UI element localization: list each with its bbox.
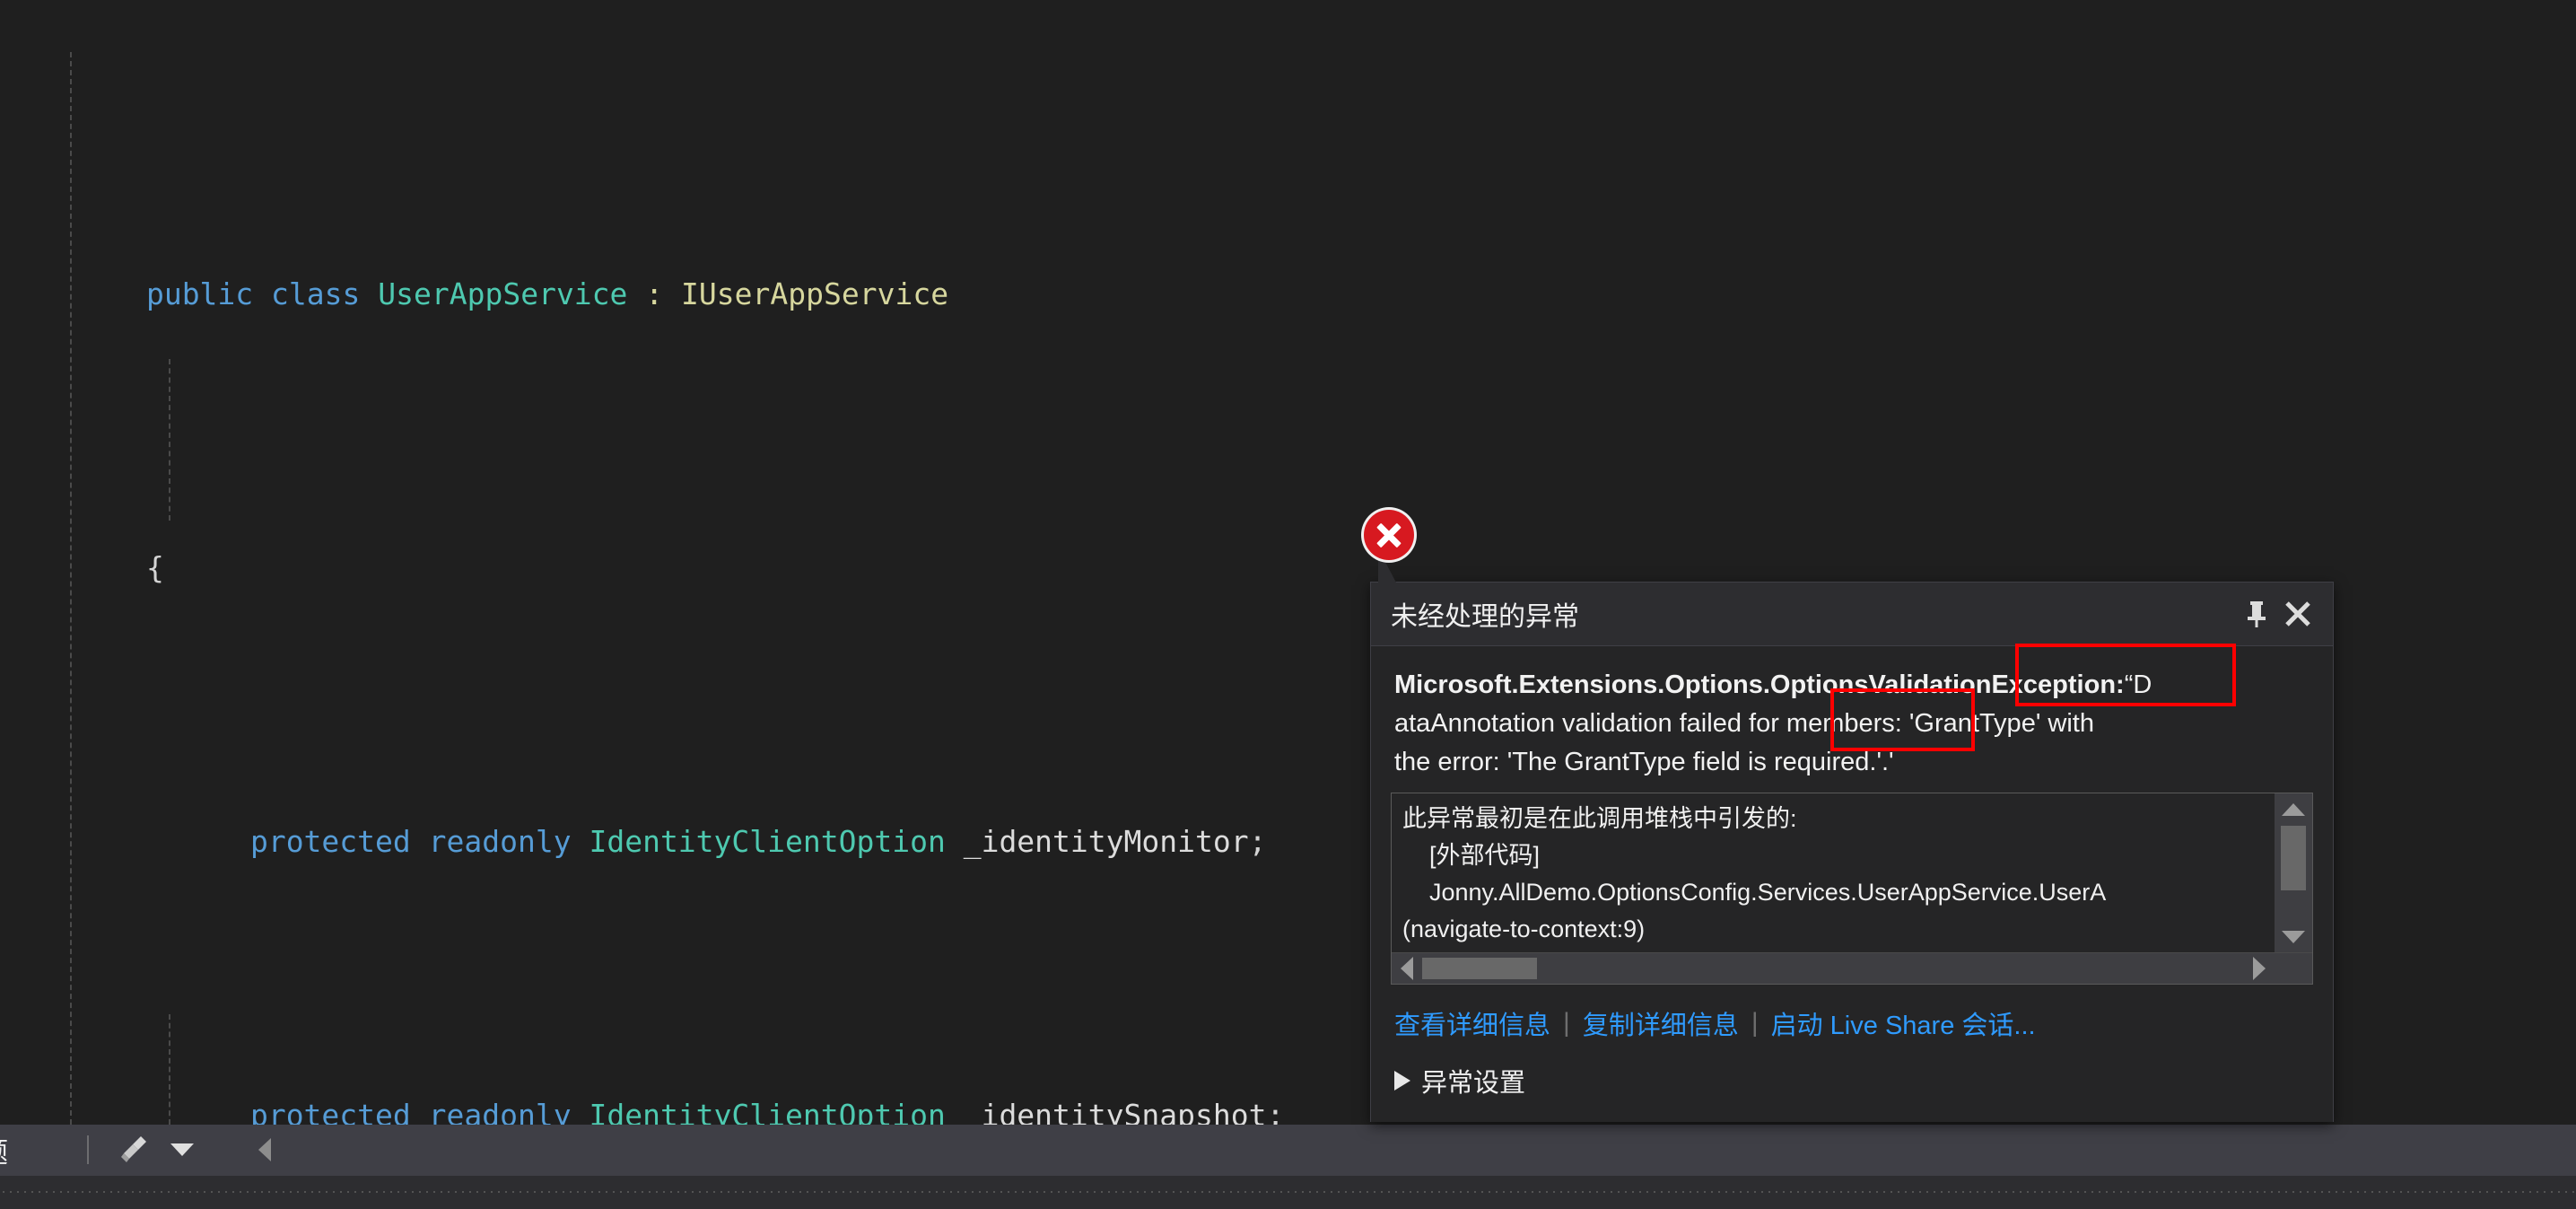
chevron-left-icon[interactable] (241, 1130, 288, 1170)
link-separator: | (1563, 1008, 1570, 1038)
visual-studio-window: public class UserAppService : IUserAppSe… (0, 0, 2576, 1209)
status-bar (0, 1175, 2576, 1209)
popup-title: 未经处理的异常 (1391, 602, 1579, 632)
error-exclamation-icon[interactable] (1364, 510, 1414, 560)
close-icon[interactable] (2277, 593, 2318, 635)
panel-tab-label[interactable]: 题 (0, 1130, 8, 1170)
code-line[interactable]: public class UserAppService : IUserAppSe… (0, 212, 2576, 311)
popup-body: Microsoft.Extensions.Options.OptionsVali… (1371, 646, 2333, 1122)
resize-grip-dots (0, 1188, 2576, 1197)
stack-trace-panel[interactable]: 此异常最初是在此调用堆栈中引发的: [外部代码] Jonny.AllDemo.O… (1391, 793, 2313, 985)
copy-details-link[interactable]: 复制详细信息 (1583, 1004, 1739, 1042)
exception-message-start: “D (2124, 670, 2152, 699)
exception-settings-row[interactable]: 异常设置 (1371, 1042, 2333, 1099)
horizontal-scroll-thumb[interactable] (1422, 958, 1537, 979)
chevron-right-icon[interactable] (1394, 1071, 1410, 1091)
chevron-down-icon[interactable] (159, 1130, 205, 1170)
popup-title-bar: 未经处理的异常 (1371, 583, 2333, 646)
pin-icon[interactable] (2236, 593, 2277, 635)
code-line[interactable]: { (0, 486, 2576, 585)
popup-action-links: 查看详细信息 | 复制详细信息 | 启动 Live Share 会话... (1371, 985, 2333, 1042)
exception-helper-popup[interactable]: 未经处理的异常 Microsoft.Extensions.Options.Opt… (1370, 548, 2334, 1122)
broom-icon[interactable] (112, 1130, 159, 1170)
stack-trace-text: 此异常最初是在此调用堆栈中引发的: [外部代码] Jonny.AllDemo.O… (1402, 805, 2107, 960)
view-details-link[interactable]: 查看详细信息 (1394, 1004, 1550, 1042)
toolbar-divider (87, 1135, 89, 1164)
exception-message-line2: ataAnnotation validation failed for memb… (1394, 709, 2094, 738)
start-live-share-link[interactable]: 启动 Live Share 会话... (1771, 1004, 2036, 1042)
scroll-up-icon[interactable] (2275, 793, 2312, 826)
exception-settings-label: 异常设置 (1421, 1069, 1526, 1098)
exception-type: Microsoft.Extensions.Options.OptionsVali… (1394, 670, 2125, 699)
scroll-left-icon[interactable] (1392, 953, 1422, 984)
stack-trace-horizontal-scrollbar[interactable] (1392, 952, 2312, 984)
scroll-down-icon[interactable] (2275, 921, 2312, 953)
link-separator: | (1751, 1008, 1759, 1038)
vertical-scroll-thumb[interactable] (2281, 826, 2306, 890)
scroll-right-icon[interactable] (2244, 953, 2275, 984)
bottom-tool-strip: 题 (0, 1125, 2576, 1175)
stack-trace-vertical-scrollbar[interactable] (2275, 793, 2312, 953)
exception-message-line3: the error: 'The GrantType field is requi… (1394, 748, 1894, 776)
exception-message: Microsoft.Extensions.Options.OptionsVali… (1371, 646, 2333, 789)
